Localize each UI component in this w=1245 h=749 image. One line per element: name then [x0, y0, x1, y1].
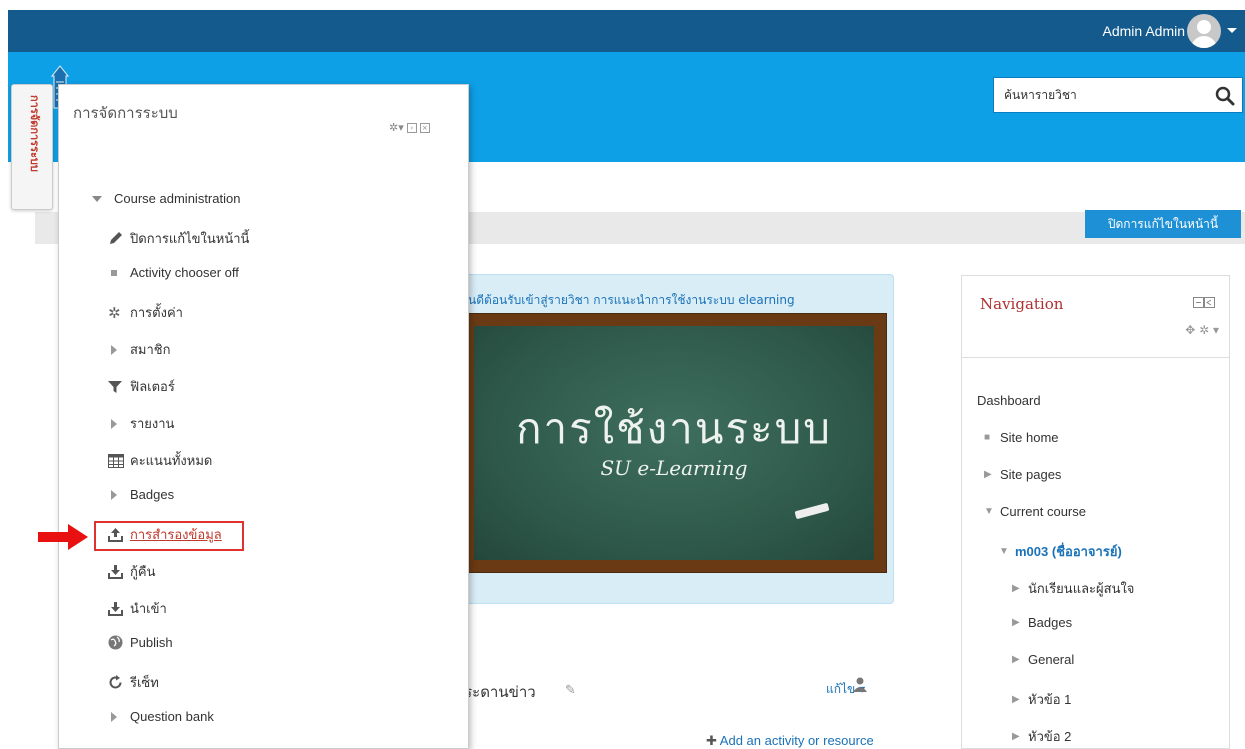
- top-bar: Admin Admin: [8, 10, 1245, 52]
- gear-icon[interactable]: ✲ ▾: [1199, 323, 1219, 337]
- navigation-actions[interactable]: ✥ ✲ ▾: [1185, 323, 1219, 337]
- reset-link[interactable]: รีเซ็ท: [108, 672, 159, 693]
- nav-item-badges[interactable]: ▶ Badges: [1012, 615, 1072, 630]
- course-chalkboard-image: การใช้งานระบบ SU e-Learning: [461, 313, 887, 573]
- backup-highlight-box: [94, 521, 244, 551]
- user-icon[interactable]: [852, 676, 868, 692]
- course-welcome-text[interactable]: ยินดีต้อนรับเข้าสู่รายวิชา การแนะนำการใช…: [461, 291, 795, 310]
- board-title: การใช้งานระบบ: [516, 404, 832, 453]
- nav-item-topic-1[interactable]: ▶ หัวข้อ 1: [1012, 689, 1071, 710]
- chalk-icon: [794, 502, 830, 520]
- nav-item-dashboard[interactable]: Dashboard: [977, 393, 1041, 408]
- globe-icon: [108, 635, 130, 650]
- edit-title-pencil-icon[interactable]: ✎: [565, 683, 576, 698]
- activity-chooser-off-link[interactable]: Activity chooser off: [108, 265, 239, 280]
- navigation-block: Navigation ✥ ✲ ▾ Dashboard ■ Site home ▶ S…: [961, 275, 1230, 749]
- chevron-right-icon: [108, 489, 130, 500]
- gradebook-setup-link[interactable]: คะแนนทั้งหมด: [108, 450, 212, 471]
- download-icon: [108, 564, 130, 579]
- course-summary-card: ยินดีต้อนรับเข้าสู่รายวิชา การแนะนำการใช…: [440, 274, 894, 604]
- administration-dock-tab[interactable]: การจัดการระบบ: [11, 84, 53, 210]
- turn-editing-off-link[interactable]: ปิดการแก้ไขในหน้านี้: [108, 228, 249, 249]
- nav-item-general[interactable]: ▶ General: [1012, 652, 1074, 667]
- red-arrow-icon: [38, 524, 88, 550]
- chevron-right-icon: [108, 711, 130, 722]
- filter-icon: [108, 380, 130, 394]
- board-subtitle: SU e-Learning: [600, 456, 748, 480]
- restore-link[interactable]: กู้คืน: [108, 561, 155, 582]
- nav-item-topic-2[interactable]: ▶ หัวข้อ 2: [1012, 726, 1071, 747]
- filters-link[interactable]: ฟิลเตอร์: [108, 376, 175, 397]
- dock-block-icon[interactable]: [1193, 297, 1215, 309]
- search-icon[interactable]: [1214, 85, 1236, 107]
- panel-controls: ✲▾ › ×: [389, 121, 430, 134]
- avatar[interactable]: [1187, 14, 1221, 48]
- gear-icon[interactable]: ✲▾: [389, 121, 404, 134]
- user-name[interactable]: Admin Admin: [1103, 23, 1185, 39]
- navigation-header: Navigation ✥ ✲ ▾: [962, 276, 1229, 358]
- edit-menu-label: แก้ไข: [826, 682, 856, 696]
- question-bank-node[interactable]: Question bank: [108, 709, 214, 724]
- plus-icon: ✚: [706, 733, 720, 748]
- search-box: [993, 77, 1243, 113]
- chevron-right-icon: [108, 418, 130, 429]
- reports-node[interactable]: รายงาน: [108, 413, 174, 434]
- administration-panel: การจัดการระบบ ✲▾ › × Course administrati…: [58, 84, 469, 749]
- chevron-down-icon: [92, 195, 114, 202]
- settings-link[interactable]: ✲ การตั้งค่า: [108, 302, 183, 323]
- add-activity-label: Add an activity or resource: [719, 733, 874, 748]
- nav-item-site-home[interactable]: ■ Site home: [984, 430, 1059, 445]
- move-icon[interactable]: ✥: [1185, 323, 1195, 337]
- badges-node[interactable]: Badges: [108, 487, 174, 502]
- nav-item-site-pages[interactable]: ▶ Site pages: [984, 467, 1061, 482]
- navigation-title: Navigation: [980, 295, 1064, 313]
- administration-panel-title: การจัดการระบบ: [73, 104, 178, 122]
- chevron-right-icon: [108, 344, 130, 355]
- users-node[interactable]: สมาชิก: [108, 339, 171, 360]
- nav-item-current-course[interactable]: ▼ Current course: [984, 504, 1086, 519]
- add-activity-link[interactable]: ✚ Add an activity or resource: [706, 733, 874, 749]
- bullet-icon: [108, 269, 130, 276]
- course-administration-node[interactable]: Course administration: [92, 191, 240, 206]
- publish-link[interactable]: Publish: [108, 635, 173, 650]
- gear-icon: ✲: [108, 304, 121, 322]
- close-icon[interactable]: ×: [419, 122, 430, 133]
- search-input[interactable]: [994, 78, 1194, 112]
- nav-item-participants[interactable]: ▶ นักเรียนและผู้สนใจ: [1012, 578, 1134, 599]
- administration-dock-label: การจัดการระบบ: [28, 95, 41, 172]
- undock-icon[interactable]: ›: [406, 122, 417, 133]
- pencil-icon: [108, 231, 130, 246]
- import-link[interactable]: นำเข้า: [108, 598, 167, 619]
- table-icon: [108, 453, 130, 468]
- user-menu-caret-icon[interactable]: [1227, 28, 1237, 33]
- reset-icon: [108, 675, 130, 690]
- nav-item-course-m003[interactable]: ▼ m003 (ชื่ออาจารย์): [999, 541, 1122, 562]
- turn-editing-off-button[interactable]: ปิดการแก้ไขในหน้านี้: [1085, 210, 1241, 238]
- import-icon: [108, 601, 130, 616]
